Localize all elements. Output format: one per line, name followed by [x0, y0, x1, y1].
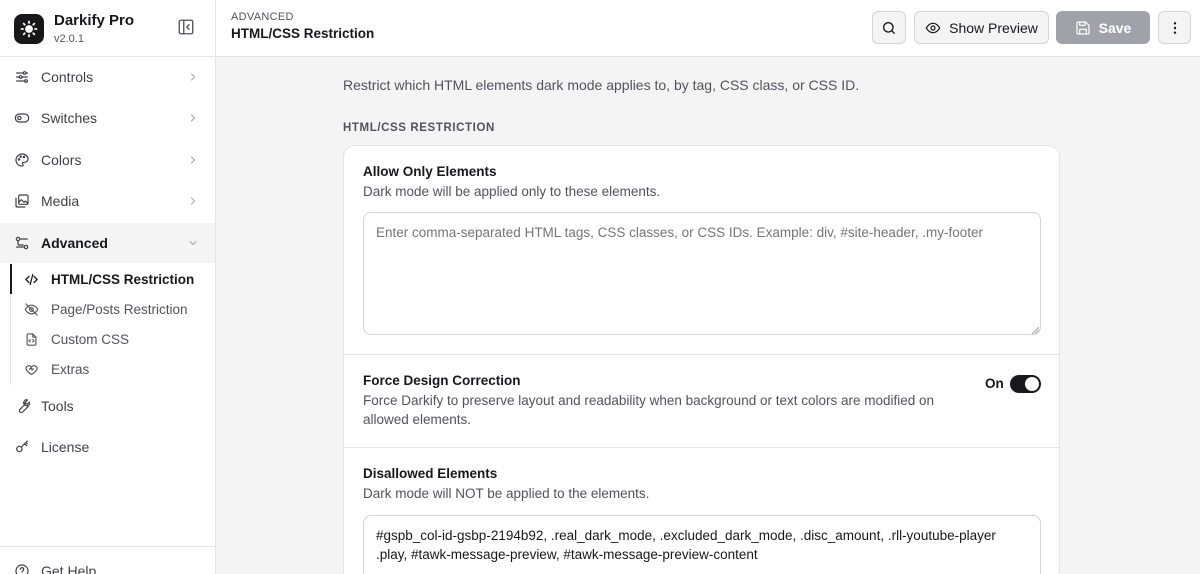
disallowed-elements-title: Disallowed Elements [363, 466, 498, 481]
file-code-icon [24, 332, 39, 347]
allow-elements-title: Allow Only Elements [363, 164, 497, 179]
restriction-card: Allow Only Elements Dark mode will be ap… [343, 145, 1060, 574]
disallowed-elements-input[interactable] [363, 515, 1041, 574]
heart-icon [24, 362, 39, 377]
subnav-item-label: Extras [51, 361, 90, 377]
show-preview-button[interactable]: Show Preview [914, 11, 1049, 44]
advanced-subnav: HTML/CSS Restriction Page/Posts Restrict… [10, 263, 215, 385]
sidebar-item-label: Colors [41, 152, 82, 168]
wrench-icon [14, 398, 30, 414]
collapse-sidebar-icon[interactable] [177, 18, 195, 36]
sidebar-bottom-divider [0, 546, 215, 547]
sidebar-item-media[interactable]: Media [0, 181, 215, 221]
settings-alt-icon [14, 235, 30, 251]
subnav-item-label: Page/Posts Restriction [51, 301, 188, 317]
save-button[interactable]: Save [1056, 11, 1150, 44]
more-options-button[interactable] [1158, 11, 1191, 44]
sidebar-item-colors[interactable]: Colors [0, 140, 215, 180]
code-icon [24, 272, 39, 287]
chevron-right-icon [187, 112, 199, 124]
allow-elements-input[interactable] [363, 212, 1041, 335]
eye-off-icon [24, 302, 39, 317]
sidebar-item-switches[interactable]: Switches [0, 98, 215, 138]
force-design-toggle-label: On [985, 376, 1004, 391]
section-label: HTML/CSS RESTRICTION [343, 122, 495, 134]
brand: Darkify Pro v2.0.1 [14, 12, 134, 46]
help-circle-icon [14, 563, 30, 574]
breadcrumb[interactable]: ADVANCED [231, 11, 294, 23]
force-design-title: Force Design Correction [363, 373, 521, 388]
subnav-item-extras[interactable]: Extras [11, 354, 211, 384]
card-divider [344, 354, 1059, 355]
sun-logo-icon [14, 14, 44, 44]
more-vertical-icon [1167, 20, 1183, 36]
sidebar-item-label: Get Help [41, 563, 97, 574]
sidebar-item-license[interactable]: License [0, 427, 215, 467]
allow-elements-help: Dark mode will be applied only to these … [363, 184, 661, 199]
subnav-item-page-posts-restriction[interactable]: Page/Posts Restriction [11, 294, 211, 324]
toggle-icon [14, 110, 30, 126]
sidebar-item-label: Tools [41, 398, 74, 414]
sidebar-item-controls[interactable]: Controls [0, 57, 215, 97]
chevron-right-icon [187, 154, 199, 166]
toggle-knob [1025, 377, 1039, 391]
save-label: Save [1098, 19, 1132, 36]
page-description: Restrict which HTML elements dark mode a… [343, 77, 860, 93]
sidebar-item-label: Controls [41, 69, 94, 85]
sidebar: Darkify Pro v2.0.1 Controls Switches Col… [0, 0, 216, 574]
sidebar-item-label: Media [41, 193, 80, 209]
topbar: ADVANCED HTML/CSS Restriction Show Previ… [216, 0, 1200, 57]
sidebar-item-tools[interactable]: Tools [0, 386, 215, 426]
subnav-item-label: Custom CSS [51, 331, 130, 347]
sidebar-item-label: Switches [41, 110, 98, 126]
force-design-toggle[interactable] [1010, 375, 1041, 393]
image-icon [14, 193, 30, 209]
app-name: Darkify Pro [54, 12, 135, 29]
subnav-item-custom-css[interactable]: Custom CSS [11, 324, 211, 354]
search-icon [881, 20, 897, 36]
subnav-item-html-css-restriction[interactable]: HTML/CSS Restriction [10, 264, 210, 294]
chevron-right-icon [187, 71, 199, 83]
chevron-down-icon [187, 237, 199, 249]
page-title: HTML/CSS Restriction [231, 26, 375, 41]
palette-icon [14, 152, 30, 168]
force-design-help: Force Darkify to preserve layout and rea… [363, 393, 935, 427]
resize-grip-icon[interactable] [1031, 326, 1039, 334]
key-icon [14, 439, 30, 455]
sidebar-item-label: Advanced [41, 235, 108, 251]
search-button[interactable] [872, 11, 906, 44]
show-preview-label: Show Preview [949, 19, 1038, 36]
disallowed-elements-help: Dark mode will NOT be applied to the ele… [363, 486, 650, 501]
chevron-right-icon [187, 195, 199, 207]
app-version: v2.0.1 [54, 33, 84, 45]
eye-icon [925, 20, 941, 36]
subnav-item-label: HTML/CSS Restriction [51, 271, 195, 287]
save-icon [1075, 20, 1091, 36]
sliders-icon [14, 69, 30, 85]
card-divider [344, 447, 1059, 448]
sidebar-item-advanced[interactable]: Advanced [0, 223, 215, 263]
sidebar-item-get-help[interactable]: Get Help [0, 551, 215, 574]
sidebar-item-label: License [41, 439, 90, 455]
